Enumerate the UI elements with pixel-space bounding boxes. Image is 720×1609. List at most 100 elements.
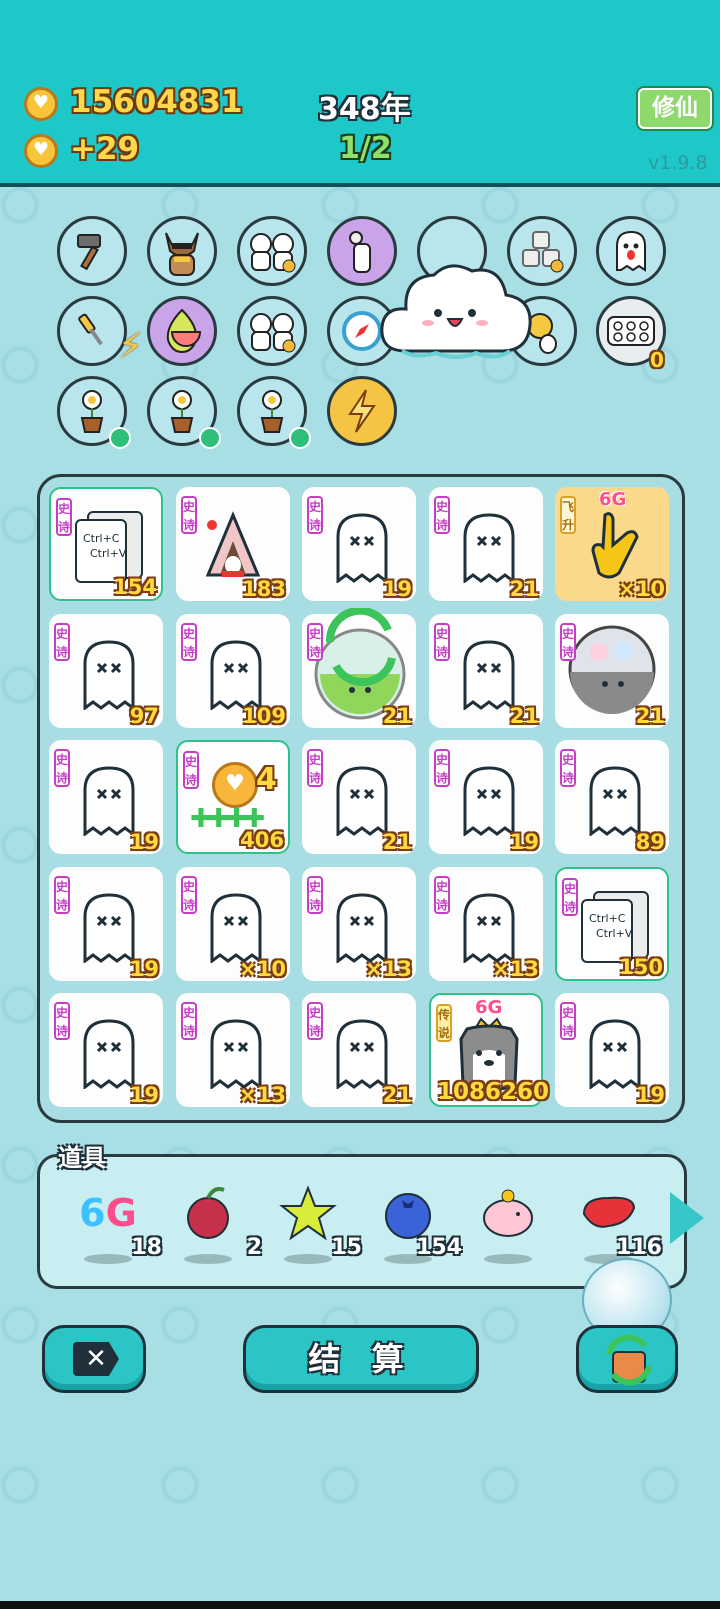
board-cell[interactable]: 史诗 ×13 — [429, 867, 543, 981]
hammer-icon[interactable] — [57, 216, 127, 286]
twin-cats-icon[interactable] — [237, 216, 307, 286]
board-cell[interactable]: 史诗 21 — [429, 614, 543, 728]
cell-count: 21 — [382, 830, 412, 854]
ghost-icon — [463, 766, 515, 836]
item-quantity: 2 — [246, 1235, 262, 1260]
xiuxian-button[interactable]: 修仙 — [638, 88, 712, 129]
cell-count: 21 — [509, 577, 539, 601]
board-cell[interactable]: 史诗 21 — [302, 740, 416, 854]
cell-count: ×13 — [239, 1083, 286, 1107]
cell-count: ×13 — [365, 957, 412, 981]
item-slot[interactable]: 15 — [272, 1180, 362, 1264]
cell-count: 21 — [382, 1083, 412, 1107]
rarity-badge: 史诗 — [181, 1002, 197, 1040]
board-cell[interactable]: Ctrl+C Ctrl+V 史诗 150 — [555, 867, 669, 981]
rarity-badge: 史诗 — [307, 496, 323, 534]
twin-cats-icon-2[interactable] — [237, 296, 307, 366]
ghost-icon — [463, 640, 515, 710]
board-cell[interactable]: 史诗 19 — [49, 993, 163, 1107]
refresh-icon — [606, 1334, 652, 1386]
cell-count: 19 — [509, 830, 539, 854]
item-quantity: 15 — [331, 1235, 362, 1260]
rarity-badge: 史诗 — [54, 1002, 70, 1040]
item-quantity: 116 — [616, 1235, 662, 1260]
board-cell[interactable]: 史诗 ×13 — [176, 993, 290, 1107]
board-cell[interactable]: 史诗 21 — [555, 614, 669, 728]
rarity-badge: 传说 — [436, 1004, 452, 1042]
rarity-badge: 史诗 — [307, 749, 323, 787]
cloud-mascot-icon[interactable] — [376, 255, 536, 365]
cell-count: 406 — [240, 828, 284, 852]
cell-count: ×10 — [239, 957, 286, 981]
board-cell[interactable]: 史诗 19 — [429, 740, 543, 854]
lightning-coin-icon[interactable] — [327, 376, 397, 446]
coin-income: +29 — [70, 131, 140, 167]
pomelo-icon[interactable] — [147, 296, 217, 366]
settle-button[interactable]: 结 算 — [243, 1325, 479, 1393]
close-icon: ✕ — [73, 1342, 119, 1376]
cell-count: 183 — [242, 577, 286, 601]
board-cell[interactable]: 飞升 6G ×10 — [555, 487, 669, 601]
ghost-icon — [463, 893, 515, 963]
item-shadow — [484, 1254, 532, 1264]
status-dot-icon — [109, 427, 131, 449]
item-slot[interactable]: 2 — [172, 1180, 262, 1264]
board-cell[interactable]: 史诗 21 — [429, 487, 543, 601]
board-cell[interactable]: 史诗 19 — [49, 867, 163, 981]
coin-icon — [24, 87, 58, 121]
ghost-icon — [589, 766, 641, 836]
item-slot[interactable] — [472, 1180, 544, 1264]
system-bar — [0, 1601, 720, 1609]
coin-total: 15604831 — [70, 84, 243, 120]
ghost-icon — [210, 1019, 262, 1089]
next-arrow-icon[interactable] — [670, 1192, 704, 1244]
board-cell[interactable]: 史诗 21 — [302, 608, 416, 728]
rarity-badge: 史诗 — [307, 876, 323, 914]
lightning-bolt-icon: ⚡ — [118, 326, 144, 367]
board-cell[interactable]: 传说 6G 1086260 — [429, 993, 549, 1107]
board-cell[interactable]: 史诗 97 — [49, 614, 163, 728]
board-cell[interactable]: 史诗 19 — [49, 740, 163, 854]
blueberry-icon — [385, 1193, 431, 1239]
ghost-icon — [463, 513, 515, 583]
cell-count: 154 — [113, 575, 157, 599]
board-cell[interactable]: 史诗 ×10 — [176, 867, 290, 981]
cell-count: 19 — [635, 1083, 665, 1107]
ghost-icon — [336, 766, 388, 836]
copy-paste-icon: Ctrl+C Ctrl+V — [75, 511, 143, 583]
close-button[interactable]: ✕ — [42, 1325, 146, 1393]
rarity-badge: 史诗 — [56, 498, 72, 536]
board-cell[interactable]: 史诗 183 — [176, 487, 290, 601]
game-year: 348年 — [318, 92, 411, 127]
screwdriver-lightning-icon[interactable] — [57, 296, 127, 366]
board-cell[interactable]: ♥ 4 ✚✚✚✚ 史诗 406 — [176, 740, 290, 854]
board-cell[interactable]: 史诗 109 — [176, 614, 290, 728]
egg-tray-count: 0 — [650, 348, 664, 372]
gacha-ball-icon — [568, 625, 656, 714]
husky-dog-icon[interactable] — [147, 216, 217, 286]
status-dot-icon — [199, 427, 221, 449]
rarity-badge: 史诗 — [562, 878, 578, 916]
board-cell[interactable]: Ctrl+C Ctrl+V 史诗 154 — [49, 487, 163, 601]
lychee-icon — [187, 1187, 229, 1239]
ghost-icon — [589, 1019, 641, 1089]
items-title: 道具 — [58, 1144, 106, 1172]
refresh-button[interactable] — [576, 1325, 678, 1393]
item-slot[interactable]: 154 — [372, 1180, 462, 1264]
6g-icon: 6G — [79, 1191, 137, 1235]
item-quantity: 154 — [416, 1235, 462, 1260]
board-cell[interactable]: 史诗 89 — [555, 740, 669, 854]
ghost-icon — [336, 893, 388, 963]
cell-count: 19 — [382, 577, 412, 601]
board-cell[interactable]: 史诗 19 — [302, 487, 416, 601]
item-slot[interactable]: 6G 18 — [72, 1180, 162, 1264]
cell-count: 19 — [129, 1083, 159, 1107]
ghost-tongue-icon[interactable] — [596, 216, 666, 286]
star-icon — [279, 1185, 337, 1241]
board-cell[interactable]: 史诗 19 — [555, 993, 669, 1107]
board-cell[interactable]: 史诗 ×13 — [302, 867, 416, 981]
item-slot[interactable]: 116 — [572, 1180, 662, 1264]
rarity-badge: 史诗 — [54, 623, 70, 661]
cell-count: ×10 — [618, 577, 665, 601]
board-cell[interactable]: 史诗 21 — [302, 993, 416, 1107]
